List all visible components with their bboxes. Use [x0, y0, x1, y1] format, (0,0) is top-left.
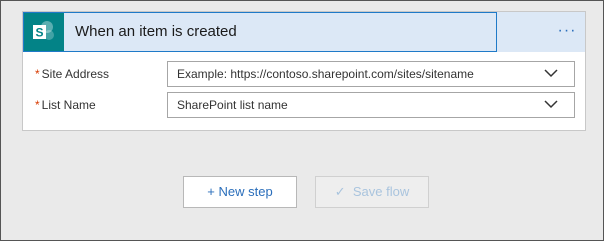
list-name-label: * List Name: [35, 92, 96, 118]
trigger-card-header: S When an item is created ···: [23, 12, 585, 52]
site-address-row: * Site Address Example: https://contoso.s…: [23, 61, 585, 87]
required-marker: *: [35, 98, 40, 112]
svg-text:S: S: [35, 26, 43, 40]
list-name-dropdown[interactable]: SharePoint list name: [167, 92, 575, 118]
list-name-label-text: List Name: [41, 98, 96, 112]
site-address-dropdown[interactable]: Example: https://contoso.sharepoint.com/…: [167, 61, 575, 87]
checkmark-icon: ✓: [334, 184, 346, 199]
save-flow-label: Save flow: [352, 184, 410, 199]
list-name-placeholder: SharePoint list name: [177, 98, 288, 112]
site-address-label-text: Site Address: [41, 67, 110, 81]
site-address-placeholder: Example: https://contoso.sharepoint.com/…: [177, 67, 474, 81]
trigger-title: When an item is created: [75, 23, 237, 40]
site-address-label: * Site Address: [35, 61, 109, 87]
chevron-down-icon: [544, 69, 558, 78]
save-flow-button[interactable]: ✓ Save flow: [315, 176, 429, 208]
required-marker: *: [35, 67, 40, 81]
new-step-button[interactable]: + New step: [183, 176, 297, 208]
flow-designer-canvas: S When an item is created ··· * Site Addr…: [0, 0, 604, 241]
trigger-header[interactable]: S When an item is created: [23, 12, 497, 52]
chevron-down-icon: [544, 100, 558, 109]
sharepoint-icon: S: [24, 13, 64, 51]
more-options-button[interactable]: ···: [553, 22, 581, 40]
trigger-card: S When an item is created ··· * Site Addr…: [22, 11, 586, 131]
list-name-row: * List Name SharePoint list name: [23, 92, 585, 118]
